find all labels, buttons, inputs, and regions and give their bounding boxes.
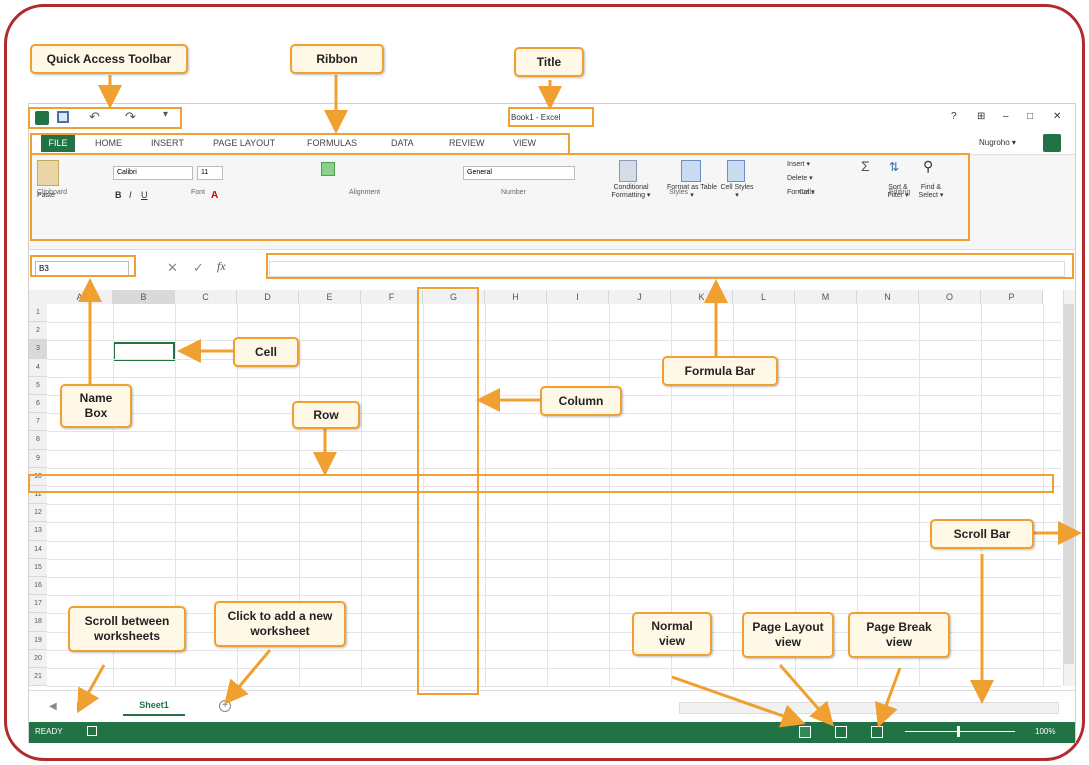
callout-column: Column [540,386,622,416]
callout-formula-bar: Formula Bar [662,356,778,386]
callout-quick-access: Quick Access Toolbar [30,44,188,74]
callout-normal-view: Normal view [632,612,712,656]
callout-add-sheet: Click to add a new worksheet [214,601,346,647]
callout-name-box: Name Box [60,384,132,428]
callout-cell: Cell [233,337,299,367]
callout-title: Title [514,47,584,77]
callout-ribbon: Ribbon [290,44,384,74]
callout-scroll-bar: Scroll Bar [930,519,1034,549]
callout-scroll-sheets: Scroll between worksheets [68,606,186,652]
callout-page-break-view: Page Break view [848,612,950,658]
callout-row: Row [292,401,360,429]
callout-page-layout-view: Page Layout view [742,612,834,658]
